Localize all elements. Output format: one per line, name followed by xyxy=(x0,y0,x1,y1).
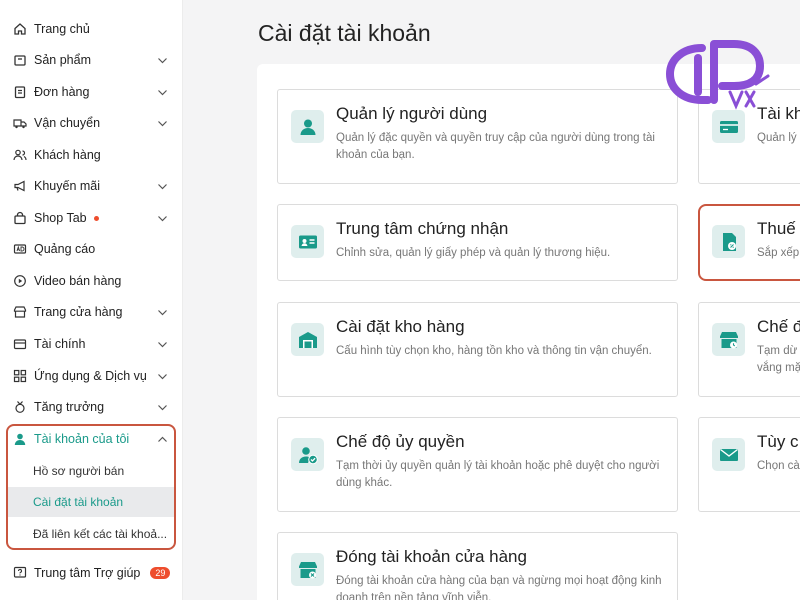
sidebar-item-label: Tài khoản của tôi xyxy=(34,432,130,446)
card-title: Quản lý người dùng xyxy=(336,104,488,123)
sidebar-item-label: Ứng dụng & Dịch vụ xyxy=(34,369,147,383)
card-title: Thuế xyxy=(757,219,796,238)
medal-icon xyxy=(13,400,27,414)
chevron-down-icon xyxy=(157,118,168,129)
notification-dot xyxy=(93,215,99,221)
sidebar-subitem-account-settings[interactable]: Cài đặt tài khoản xyxy=(8,487,174,517)
card-title: Chế đ xyxy=(757,317,800,336)
warehouse-icon xyxy=(291,323,324,356)
card-description: Cấu hình tùy chọn kho, hàng tồn kho và t… xyxy=(336,345,652,357)
store-clock-icon xyxy=(712,323,745,356)
sidebar-item-label: Khuyến mãi xyxy=(34,179,101,193)
sidebar-item-label: Shop Tab xyxy=(34,211,87,225)
chevron-up-icon xyxy=(157,434,168,445)
card-options-partial[interactable]: Tùy c Chọn cà xyxy=(698,417,800,512)
sidebar-item-label: Vận chuyển xyxy=(34,116,101,130)
sidebar-item-label: Trang chủ xyxy=(34,22,90,36)
mail-icon xyxy=(712,438,745,471)
sidebar-subitem-label: Cài đặt tài khoản xyxy=(33,495,124,509)
card-warehouse-settings[interactable]: Cài đặt kho hàng Cấu hình tùy chọn kho, … xyxy=(277,302,678,397)
card-certification-center[interactable]: Trung tâm chứng nhận Chỉnh sửa, quản lý … xyxy=(277,204,678,281)
sidebar-item-label: Tài chính xyxy=(34,337,86,351)
chevron-down-icon xyxy=(157,55,168,66)
sidebar-item-shipping[interactable]: Vận chuyển xyxy=(0,110,183,136)
clipboard-icon xyxy=(13,85,27,99)
megaphone-icon xyxy=(13,179,27,193)
card-user-management[interactable]: Quản lý người dùng Quản lý đặc quyền và … xyxy=(277,89,678,184)
sidebar-item-help-center[interactable]: Trung tâm Trợ giúp 29 xyxy=(0,560,183,586)
card-title: Trung tâm chứng nhận xyxy=(336,219,509,238)
ad-icon xyxy=(13,242,27,256)
chevron-down-icon xyxy=(157,181,168,192)
help-icon xyxy=(13,566,27,580)
sidebar-item-orders[interactable]: Đơn hàng xyxy=(0,79,183,105)
card-description: Chọn cà xyxy=(757,460,800,472)
card-description: Quản lý xyxy=(757,132,797,144)
card-description: Đóng tài khoản cửa hàng của bạn và ngừng… xyxy=(336,575,662,600)
video-icon xyxy=(13,274,27,288)
sidebar-item-label: Tăng trưởng xyxy=(34,400,105,414)
user-icon xyxy=(13,432,27,446)
sidebar-item-label: Khách hàng xyxy=(34,148,101,162)
card-close-shop-account[interactable]: Đóng tài khoản cửa hàng Đóng tài khoản c… xyxy=(277,532,678,600)
sidebar-item-home[interactable]: Trang chủ xyxy=(0,16,183,42)
card-description: Chỉnh sửa, quản lý giấy phép và quản lý … xyxy=(336,247,611,259)
sidebar-item-ads[interactable]: Quảng cáo xyxy=(0,236,183,262)
brand-logo xyxy=(664,36,776,116)
user-check-icon xyxy=(291,438,324,471)
card-title: Chế độ ủy quyền xyxy=(336,432,465,451)
store-icon xyxy=(13,305,27,319)
sidebar-item-my-account[interactable]: Tài khoản của tôi xyxy=(0,426,183,452)
tax-document-icon xyxy=(712,225,745,258)
sidebar-item-label: Sản phẩm xyxy=(34,53,91,67)
sidebar: Trang chủ Sản phẩm Đơn hàng Vận chuyển K… xyxy=(0,0,183,600)
sidebar-subitem-label: Đã liên kết các tài khoả... xyxy=(33,527,168,541)
sidebar-item-finance[interactable]: Tài chính xyxy=(0,331,183,357)
sidebar-item-shop-tab[interactable]: Shop Tab xyxy=(0,205,183,231)
card-tax-highlighted[interactable]: Thuế Sắp xếp xyxy=(698,204,800,281)
sidebar-subitem-label: Hồ sơ người bán xyxy=(33,464,125,478)
card-title: Đóng tài khoản cửa hàng xyxy=(336,547,527,566)
sidebar-item-products[interactable]: Sản phẩm xyxy=(0,47,183,73)
card-description: Tạm thời ủy quyền quản lý tài khoản hoặc… xyxy=(336,460,660,489)
page-title: Cài đặt tài khoản xyxy=(258,20,431,46)
card-delegation-mode[interactable]: Chế độ ủy quyền Tạm thời ủy quyền quản l… xyxy=(277,417,678,512)
chevron-down-icon xyxy=(157,371,168,382)
sidebar-subitem-seller-profile[interactable]: Hồ sơ người bán xyxy=(8,456,174,486)
sidebar-item-customers[interactable]: Khách hàng xyxy=(0,142,183,168)
card-title: Tùy c xyxy=(757,432,799,451)
truck-icon xyxy=(13,116,27,130)
sidebar-item-label: Video bán hàng xyxy=(34,274,122,288)
sidebar-item-apps-services[interactable]: Ứng dụng & Dịch vụ xyxy=(0,363,183,389)
sidebar-item-label: Đơn hàng xyxy=(34,85,90,99)
home-icon xyxy=(13,22,27,36)
user-icon xyxy=(291,110,324,143)
card-description: Quản lý đặc quyền và quyền truy cập của … xyxy=(336,132,655,161)
card-title: Cài đặt kho hàng xyxy=(336,317,465,336)
sidebar-subitem-linked-accounts[interactable]: Đã liên kết các tài khoả... xyxy=(8,519,174,549)
chevron-down-icon xyxy=(157,307,168,318)
chevron-down-icon xyxy=(157,339,168,350)
sidebar-item-promotions[interactable]: Khuyến mãi xyxy=(0,173,183,199)
grid-icon xyxy=(13,369,27,383)
store-close-icon xyxy=(291,553,324,586)
sidebar-item-label: Trung tâm Trợ giúp xyxy=(34,566,141,580)
sidebar-item-label: Quảng cáo xyxy=(34,242,96,256)
sidebar-item-label: Trang cửa hàng xyxy=(34,305,123,319)
sidebar-item-growth[interactable]: Tăng trưởng xyxy=(0,394,183,420)
chevron-down-icon xyxy=(157,213,168,224)
sidebar-item-video-sales[interactable]: Video bán hàng xyxy=(0,268,183,294)
users-icon xyxy=(13,148,27,162)
wallet-icon xyxy=(13,337,27,351)
chevron-down-icon xyxy=(157,87,168,98)
card-mode-partial[interactable]: Chế đ Tạm dừ vắng mặ xyxy=(698,302,800,397)
help-count-badge: 29 xyxy=(150,567,171,579)
shopping-bag-icon xyxy=(13,211,27,225)
chevron-down-icon xyxy=(157,402,168,413)
sidebar-item-storefront[interactable]: Trang cửa hàng xyxy=(0,299,183,325)
card-description: Sắp xếp xyxy=(757,247,800,259)
id-card-icon xyxy=(291,225,324,258)
box-icon xyxy=(13,53,27,67)
card-description: Tạm dừ vắng mặ xyxy=(757,345,800,374)
